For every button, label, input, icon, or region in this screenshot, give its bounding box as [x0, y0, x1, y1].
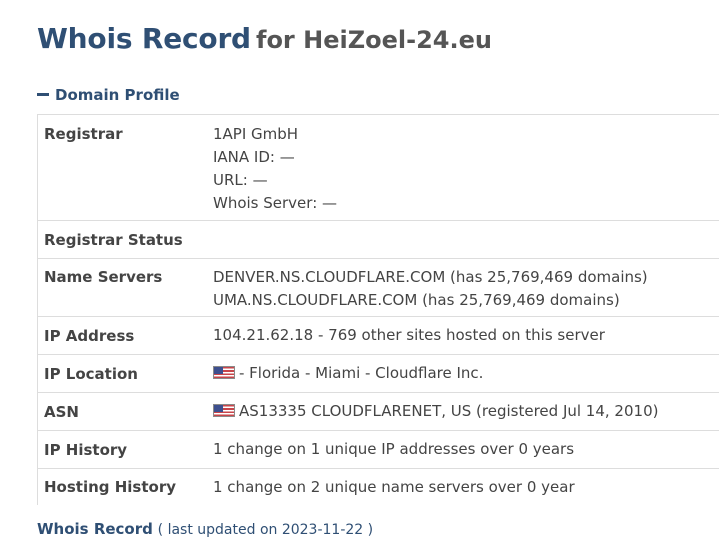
table-row-ip-location: IP Location - Florida - Miami - Cloudfla…	[38, 355, 719, 393]
table-row-ip-history: IP History 1 change on 1 unique IP addre…	[38, 431, 719, 469]
hosting-history-value[interactable]: 1 change on 2 unique name servers over 0…	[207, 476, 719, 499]
registrar-url: URL: —	[213, 171, 268, 189]
row-label: Registrar	[44, 125, 123, 143]
whois-record-footer: Whois Record ( last updated on 2023-11-2…	[37, 520, 373, 538]
table-row-ip-address: IP Address 104.21.62.18 - 769 other site…	[38, 317, 719, 355]
page-title-domain: for HeiZoel-24.eu	[256, 26, 492, 54]
registrar-whois-server: Whois Server: —	[213, 194, 338, 212]
row-label: Registrar Status	[44, 230, 183, 249]
asn-value: AS13335 CLOUDFLARENET, US (registered Ju…	[207, 400, 719, 423]
ip-address-value[interactable]: 104.21.62.18 - 769 other sites hosted on…	[207, 324, 719, 347]
table-row-asn: ASN AS13335 CLOUDFLARENET, US (registere…	[38, 393, 719, 431]
asn-text: AS13335 CLOUDFLARENET, US (registered Ju…	[239, 402, 659, 420]
table-row-name-servers: Name Servers DENVER.NS.CLOUDFLARE.COM (h…	[38, 259, 719, 317]
minus-icon	[37, 92, 49, 96]
ip-location-text: - Florida - Miami - Cloudflare Inc.	[239, 364, 484, 382]
table-row-registrar: Registrar 1API GmbH IANA ID: — URL: — Wh…	[38, 115, 719, 221]
registrar-name: 1API GmbH	[213, 125, 299, 143]
ip-location-value: - Florida - Miami - Cloudflare Inc.	[207, 362, 719, 385]
us-flag-icon	[213, 404, 235, 417]
page-title-main: Whois Record	[37, 22, 251, 55]
page-title: Whois Record for HeiZoel-24.eu	[37, 22, 492, 55]
row-label: IP Location	[44, 364, 138, 383]
row-label: ASN	[44, 402, 79, 421]
registrar-value: 1API GmbH IANA ID: — URL: — Whois Server…	[207, 123, 719, 220]
ip-history-value[interactable]: 1 change on 1 unique IP addresses over 0…	[207, 438, 719, 461]
row-label: IP History	[44, 440, 128, 459]
row-label: Name Servers	[44, 268, 163, 286]
name-server-item[interactable]: DENVER.NS.CLOUDFLARE.COM (has 25,769,469…	[213, 266, 719, 289]
row-label: Hosting History	[44, 478, 177, 496]
name-servers-value: DENVER.NS.CLOUDFLARE.COM (has 25,769,469…	[207, 266, 719, 316]
table-row-registrar-status: Registrar Status	[38, 221, 719, 259]
domain-profile-toggle[interactable]: Domain Profile	[37, 86, 180, 104]
us-flag-icon	[213, 366, 235, 379]
registrar-iana: IANA ID: —	[213, 148, 295, 166]
whois-record-link[interactable]: Whois Record	[37, 520, 153, 538]
domain-profile-label: Domain Profile	[55, 86, 180, 104]
row-label: IP Address	[44, 326, 135, 345]
last-updated-note: ( last updated on 2023-11-22 )	[157, 522, 374, 538]
table-row-hosting-history: Hosting History 1 change on 2 unique nam…	[38, 469, 719, 505]
domain-profile-table: Registrar 1API GmbH IANA ID: — URL: — Wh…	[37, 114, 719, 505]
name-server-item[interactable]: UMA.NS.CLOUDFLARE.COM (has 25,769,469 do…	[213, 289, 719, 312]
